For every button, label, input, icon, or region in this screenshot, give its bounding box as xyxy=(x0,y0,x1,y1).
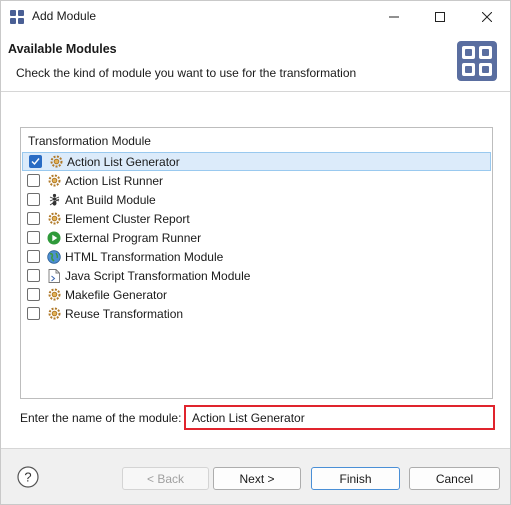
module-list: Action List Generator Action List Runner xyxy=(21,152,492,323)
maximize-button[interactable] xyxy=(417,1,463,33)
checkbox[interactable] xyxy=(27,212,40,225)
list-item-makefile-generator[interactable]: Makefile Generator xyxy=(21,285,492,304)
list-item-label: Java Script Transformation Module xyxy=(65,268,251,283)
title-bar: Add Module xyxy=(1,1,510,33)
module-list-group: Transformation Module Action List Genera… xyxy=(20,127,493,399)
gear-icon xyxy=(47,307,61,321)
header-description: Check the kind of module you want to use… xyxy=(16,66,357,80)
list-item-html-transformation-module[interactable]: HTML Transformation Module xyxy=(21,247,492,266)
wizard-header: Available Modules Check the kind of modu… xyxy=(1,33,510,91)
gear-icon xyxy=(47,288,61,302)
help-glyph: ? xyxy=(24,470,31,485)
module-name-input[interactable] xyxy=(184,405,495,430)
checkbox[interactable] xyxy=(27,174,40,187)
close-icon xyxy=(482,12,492,22)
checkbox[interactable] xyxy=(27,193,40,206)
maximize-icon xyxy=(435,12,445,22)
list-item-label: Reuse Transformation xyxy=(65,306,184,321)
checkmark-icon xyxy=(31,158,40,166)
gear-icon xyxy=(47,212,61,226)
checkbox[interactable] xyxy=(27,288,40,301)
list-item-label: External Program Runner xyxy=(65,230,202,245)
help-icon[interactable]: ? xyxy=(17,466,39,488)
checkbox[interactable] xyxy=(27,231,40,244)
checkbox[interactable] xyxy=(27,269,40,282)
header-title: Available Modules xyxy=(8,42,117,56)
checkbox[interactable] xyxy=(27,307,40,320)
script-icon xyxy=(47,268,61,283)
list-item-reuse-transformation[interactable]: Reuse Transformation xyxy=(21,304,492,323)
checkbox[interactable] xyxy=(27,250,40,263)
list-item-label: Action List Generator xyxy=(67,154,180,169)
list-item-label: HTML Transformation Module xyxy=(65,249,224,264)
list-item-external-program-runner[interactable]: External Program Runner xyxy=(21,228,492,247)
module-grid-logo-icon xyxy=(457,41,497,81)
minimize-button[interactable] xyxy=(371,1,417,33)
back-button[interactable]: < Back xyxy=(122,467,209,490)
gear-icon xyxy=(49,155,63,169)
globe-icon xyxy=(47,249,61,264)
gear-icon xyxy=(47,174,61,188)
app-grid-icon xyxy=(10,10,24,24)
list-item-label: Ant Build Module xyxy=(65,192,156,207)
play-icon xyxy=(47,231,61,245)
list-item-label: Element Cluster Report xyxy=(65,211,190,226)
list-item-element-cluster-report[interactable]: Element Cluster Report xyxy=(21,209,492,228)
ant-icon xyxy=(47,193,61,207)
next-button[interactable]: Next > xyxy=(213,467,301,490)
button-bar: ? < Back Next > Finish Cancel xyxy=(1,449,510,504)
cancel-button[interactable]: Cancel xyxy=(409,467,500,490)
list-item-ant-build-module[interactable]: Ant Build Module xyxy=(21,190,492,209)
list-item-action-list-runner[interactable]: Action List Runner xyxy=(21,171,492,190)
list-header: Transformation Module xyxy=(28,134,151,148)
window-title: Add Module xyxy=(32,9,97,23)
list-item-java-script-transformation-module[interactable]: Java Script Transformation Module xyxy=(21,266,492,285)
header-separator xyxy=(1,91,510,92)
list-item-label: Makefile Generator xyxy=(65,287,168,302)
checkbox-checked[interactable] xyxy=(29,155,42,168)
list-item-label: Action List Runner xyxy=(65,173,164,188)
close-button[interactable] xyxy=(464,1,510,33)
module-name-label: Enter the name of the module: xyxy=(20,411,182,425)
add-module-dialog: Add Module Available Modules Check the k… xyxy=(0,0,511,505)
list-item-action-list-generator[interactable]: Action List Generator xyxy=(22,152,491,171)
minimize-icon xyxy=(389,16,399,18)
finish-button[interactable]: Finish xyxy=(311,467,400,490)
